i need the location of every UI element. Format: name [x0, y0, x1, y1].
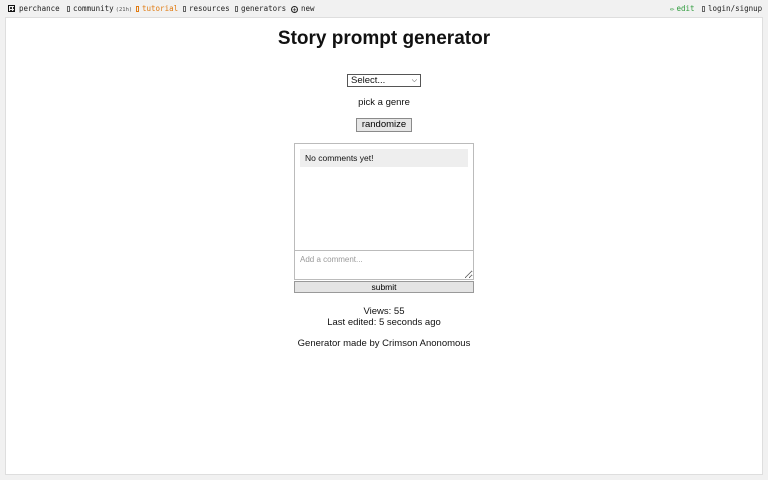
generators-icon [235, 6, 238, 12]
plus-circle-icon: + [291, 6, 298, 14]
nav-community-label: community [73, 4, 114, 13]
no-comments-message: No comments yet! [300, 149, 468, 167]
nav-resources-label: resources [189, 4, 230, 13]
community-icon [67, 6, 70, 12]
page-title: Story prompt generator [277, 28, 491, 49]
dice-logo-icon [8, 5, 15, 12]
nav-login-link[interactable]: login/signup [702, 3, 762, 14]
nav-login-label: login/signup [708, 4, 763, 13]
top-nav-bar: perchance community (21h) tutorial resour… [0, 0, 768, 16]
nav-new-label: new [301, 4, 315, 13]
author-link[interactable]: Crimson Anonomous [382, 338, 470, 349]
randomize-button[interactable]: randomize [356, 118, 412, 132]
genre-select[interactable]: Select... ⌵ [347, 74, 421, 87]
chevron-down-icon: ⌵ [411, 77, 417, 84]
author-credit-prefix: Generator made by [297, 338, 383, 349]
nav-home-link[interactable]: perchance [8, 3, 60, 14]
nav-tutorial-label: tutorial [142, 4, 179, 13]
resources-icon [183, 6, 186, 12]
community-badge: (21h) [115, 7, 133, 13]
author-credit: Generator made by Crimson Anonomous [0, 338, 768, 349]
nav-generators-label: generators [241, 4, 287, 13]
genre-hint: pick a genre [358, 97, 410, 108]
login-icon [702, 6, 705, 12]
nav-generators-link[interactable]: generators [235, 3, 286, 14]
nav-edit-label: edit [676, 4, 695, 13]
last-edited: Last edited: 5 seconds ago [327, 317, 441, 328]
comment-input[interactable] [295, 251, 473, 279]
tutorial-icon [136, 6, 139, 12]
views-count: Views: 55 [363, 306, 405, 317]
nav-community-link[interactable]: community (21h) [67, 3, 132, 14]
nav-home-label: perchance [19, 4, 60, 13]
pencil-icon: ✏ [670, 4, 675, 13]
nav-resources-link[interactable]: resources [183, 3, 230, 14]
comments-box: No comments yet! [294, 143, 474, 280]
submit-comment-button[interactable]: submit [294, 281, 474, 293]
nav-edit-link[interactable]: ✏ edit [670, 3, 695, 14]
nav-tutorial-link[interactable]: tutorial [136, 3, 178, 14]
nav-new-link[interactable]: + new [291, 3, 315, 14]
genre-select-value: Select... [351, 75, 386, 86]
